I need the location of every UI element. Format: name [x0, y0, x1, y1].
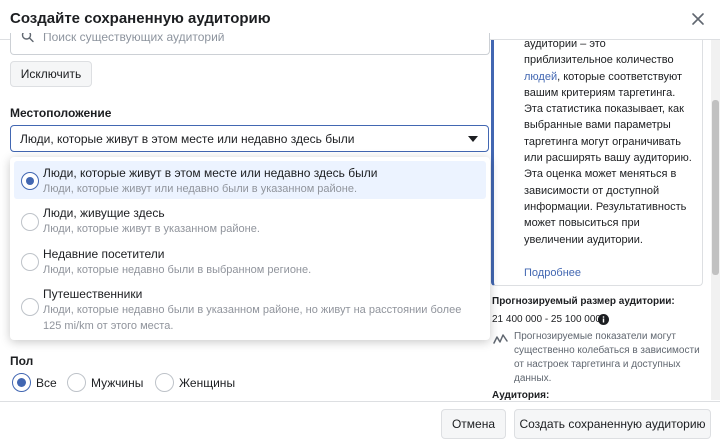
radio-button — [155, 373, 174, 392]
info-icon[interactable] — [598, 314, 609, 325]
radio-button — [12, 373, 31, 392]
close-button[interactable] — [688, 9, 708, 29]
fluctuation-icon — [493, 334, 508, 344]
option-title: Путешественники — [43, 287, 143, 301]
scrollbar[interactable] — [711, 40, 720, 400]
estimate-note: Прогнозируемые показатели могут существе… — [514, 331, 700, 384]
option-description: Люди, которые недавно были в выбранном р… — [43, 264, 312, 276]
option-title: Люди, которые живут в этом месте или нед… — [43, 166, 378, 180]
estimate-range: 21 400 000 - 25 100 000 — [492, 314, 601, 325]
create-audience-button[interactable]: Создать сохраненную аудиторию — [514, 409, 711, 439]
option-description: Люди, которые недавно были в указанном р… — [43, 304, 462, 332]
option-radio — [21, 298, 39, 316]
sex-label: Пол — [10, 354, 34, 368]
audience-info-card: аудитории – это приблизительное количест… — [491, 38, 703, 286]
location-option-live-or-recent[interactable]: Люди, которые живут в этом месте или нед… — [14, 161, 486, 199]
search-icon — [21, 33, 34, 43]
location-option-travel[interactable]: Путешественники Люди, которые недавно бы… — [14, 281, 486, 337]
location-dropdown: Люди, которые живут в этом месте или нед… — [10, 157, 490, 340]
option-title: Недавние посетители — [43, 247, 165, 261]
cancel-button[interactable]: Отмена — [441, 409, 506, 439]
option-radio — [21, 213, 39, 231]
people-link[interactable]: людей — [524, 71, 557, 83]
exclude-button[interactable]: Исключить — [10, 61, 92, 87]
sex-option-women[interactable]: Женщины — [155, 373, 240, 393]
close-icon — [692, 13, 704, 25]
option-title: Люди, живущие здесь — [43, 206, 165, 220]
learn-more-link[interactable]: Подробнее — [524, 267, 581, 279]
option-description: Люди, которые живут или недавно были в у… — [43, 183, 358, 195]
caret-down-icon — [468, 136, 478, 142]
scrollbar-thumb[interactable] — [712, 100, 719, 275]
radio-label: Мужчины — [91, 376, 144, 390]
modal-footer: Отмена Создать сохраненную аудиторию — [0, 401, 720, 441]
radio-button — [67, 373, 86, 392]
location-label: Местоположение — [10, 106, 112, 120]
location-select-value: Люди, которые живут в этом месте или нед… — [20, 132, 355, 146]
option-radio — [21, 172, 39, 190]
audience-search-input[interactable]: Поиск существующих аудиторий — [10, 33, 490, 55]
modal-title: Создайте сохраненную аудиторию — [10, 10, 271, 27]
estimate-title: Прогнозируемый размер аудитории: — [492, 296, 675, 307]
radio-label: Женщины — [179, 376, 236, 390]
audience-title: Аудитория: — [492, 390, 550, 401]
location-option-recent[interactable]: Недавние посетители Люди, которые недавн… — [14, 243, 486, 281]
sex-option-all[interactable]: Все — [12, 373, 60, 393]
info-text: аудитории – это приблизительное количест… — [524, 38, 692, 246]
option-radio — [21, 253, 39, 271]
location-option-live[interactable]: Люди, живущие здесь Люди, которые живут … — [14, 203, 486, 243]
option-description: Люди, которые живут в указанном районе. — [43, 223, 260, 235]
location-type-select[interactable]: Люди, которые живут в этом месте или нед… — [10, 125, 489, 152]
search-placeholder: Поиск существующих аудиторий — [43, 33, 225, 44]
radio-label: Все — [36, 376, 57, 390]
sex-option-men[interactable]: Мужчины — [67, 373, 147, 393]
